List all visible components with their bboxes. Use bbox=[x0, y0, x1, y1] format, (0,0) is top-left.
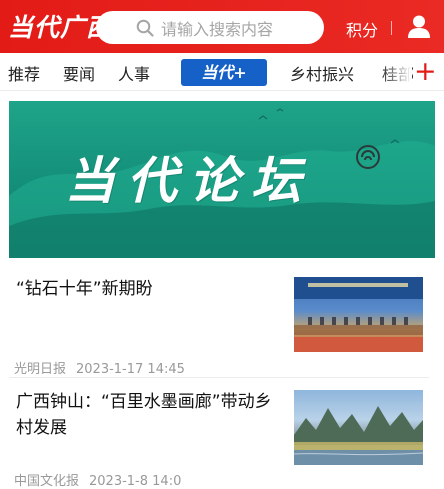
news-source: 光明日报 bbox=[14, 362, 67, 377]
news-time: 2023-1-17 14:45 bbox=[76, 362, 185, 377]
banner-title: 当代论坛 bbox=[65, 151, 313, 210]
news-thumbnail[interactable] bbox=[294, 277, 423, 352]
search-input[interactable]: 请输入搜索内容 bbox=[161, 16, 273, 40]
news-thumbnail[interactable] bbox=[294, 390, 423, 465]
news-item[interactable]: 广西钟山：“百里水墨画廊”带动乡村发展 中国文化报 2023-1-8 14:0 bbox=[9, 386, 435, 489]
channel-tabs: 推荐 要闻 人事 当代+ 乡村振兴 桂部 + bbox=[0, 53, 444, 90]
news-item[interactable]: “钻石十年”新期盼 光明日报 2023-1-17 14:45 bbox=[9, 268, 435, 377]
search-icon bbox=[136, 19, 154, 37]
search-bar[interactable]: 请输入搜索内容 bbox=[96, 11, 324, 44]
news-time: 2023-1-8 14:0 bbox=[89, 474, 182, 489]
header-divider bbox=[391, 21, 392, 35]
news-thumbnail bbox=[294, 277, 423, 352]
tab-dangdai-plus[interactable]: 当代+ bbox=[181, 59, 267, 86]
news-title[interactable]: 广西钟山：“百里水墨画廊”带动乡村发展 bbox=[16, 389, 286, 441]
news-source: 中国文化报 bbox=[14, 474, 80, 489]
user-icon[interactable] bbox=[406, 13, 432, 39]
tab-news[interactable]: 要闻 bbox=[63, 61, 95, 85]
news-meta: 光明日报 2023-1-17 14:45 bbox=[14, 358, 185, 377]
tab-recommend[interactable]: 推荐 bbox=[8, 61, 40, 85]
list-divider bbox=[9, 377, 429, 378]
news-title[interactable]: “钻石十年”新期盼 bbox=[16, 276, 286, 302]
app-header: 当代广西 请输入搜索内容 积分 bbox=[0, 0, 444, 53]
tab-rural-revitalization[interactable]: 乡村振兴 bbox=[290, 61, 354, 85]
news-meta: 中国文化报 2023-1-8 14:0 bbox=[14, 470, 181, 489]
points-button[interactable]: 积分 bbox=[346, 17, 378, 41]
news-thumbnail bbox=[294, 406, 423, 465]
add-channel-button[interactable]: + bbox=[414, 58, 437, 85]
tabs-fade bbox=[380, 53, 412, 90]
tab-personnel[interactable]: 人事 bbox=[118, 61, 150, 85]
nav-divider bbox=[0, 90, 444, 91]
forum-banner[interactable]: 当代论坛 bbox=[9, 101, 435, 258]
